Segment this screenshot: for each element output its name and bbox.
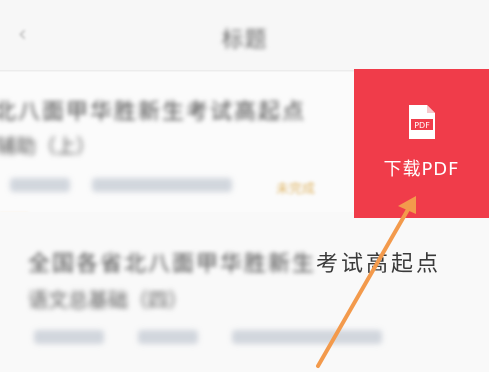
item-title: 全国各省北八面甲华胜新生考试高起点	[28, 246, 441, 278]
item-title-continued: 语文总基础（四）	[28, 288, 188, 312]
item-title-clear-part: 考试高起点	[316, 252, 442, 277]
item-meta	[138, 330, 198, 344]
nav-header: ‹ 标题	[0, 0, 489, 71]
pdf-file-icon: PDF	[408, 105, 435, 139]
page-title: 标题	[221, 28, 268, 53]
item-title-blurred-part: 全国各省北八面甲华胜新生	[28, 252, 317, 277]
status-badge: 未完成	[276, 182, 316, 197]
item-title: 北八面甲华胜新生考试高起点	[0, 100, 307, 125]
item-meta	[92, 178, 232, 192]
item-meta	[232, 330, 382, 344]
item-title-continued: 辅助（上）	[0, 134, 96, 158]
list-item[interactable]: 全国各省北八面甲华胜新生考试高起点 语文总基础（四）	[0, 212, 489, 372]
pdf-icon-text: PDF	[414, 121, 430, 130]
item-meta	[34, 330, 104, 344]
download-pdf-label: 下载PDF	[383, 159, 460, 180]
item-meta	[10, 178, 70, 192]
download-pdf-button[interactable]: PDF 下载PDF	[354, 69, 489, 218]
